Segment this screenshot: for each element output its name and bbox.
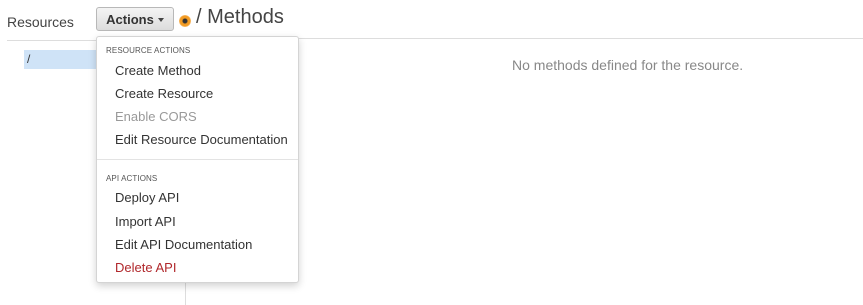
- empty-methods-message: No methods defined for the resource.: [512, 57, 744, 73]
- menu-separator: [97, 159, 298, 160]
- menu-item-edit-resource-documentation[interactable]: Edit Resource Documentation: [115, 132, 288, 147]
- menu-item-edit-api-documentation[interactable]: Edit API Documentation: [115, 237, 252, 252]
- menu-item-import-api[interactable]: Import API: [115, 214, 176, 229]
- menu-item-delete-api[interactable]: Delete API: [115, 260, 176, 275]
- api-actions-header: API ACTIONS: [106, 174, 158, 183]
- resource-actions-header: RESOURCE ACTIONS: [106, 46, 191, 55]
- menu-item-create-method[interactable]: Create Method: [115, 63, 201, 78]
- actions-button[interactable]: Actions: [96, 7, 174, 31]
- actions-dropdown-menu: RESOURCE ACTIONS Create Method Create Re…: [96, 36, 299, 283]
- status-indicator-icon: [179, 15, 191, 27]
- menu-item-enable-cors: Enable CORS: [115, 109, 197, 124]
- chevron-down-icon: [157, 17, 164, 22]
- menu-item-create-resource[interactable]: Create Resource: [115, 86, 213, 101]
- page-title: / Methods: [196, 6, 284, 28]
- menu-item-deploy-api[interactable]: Deploy API: [115, 190, 179, 205]
- resources-label: Resources: [7, 14, 74, 30]
- actions-button-label: Actions: [106, 11, 154, 27]
